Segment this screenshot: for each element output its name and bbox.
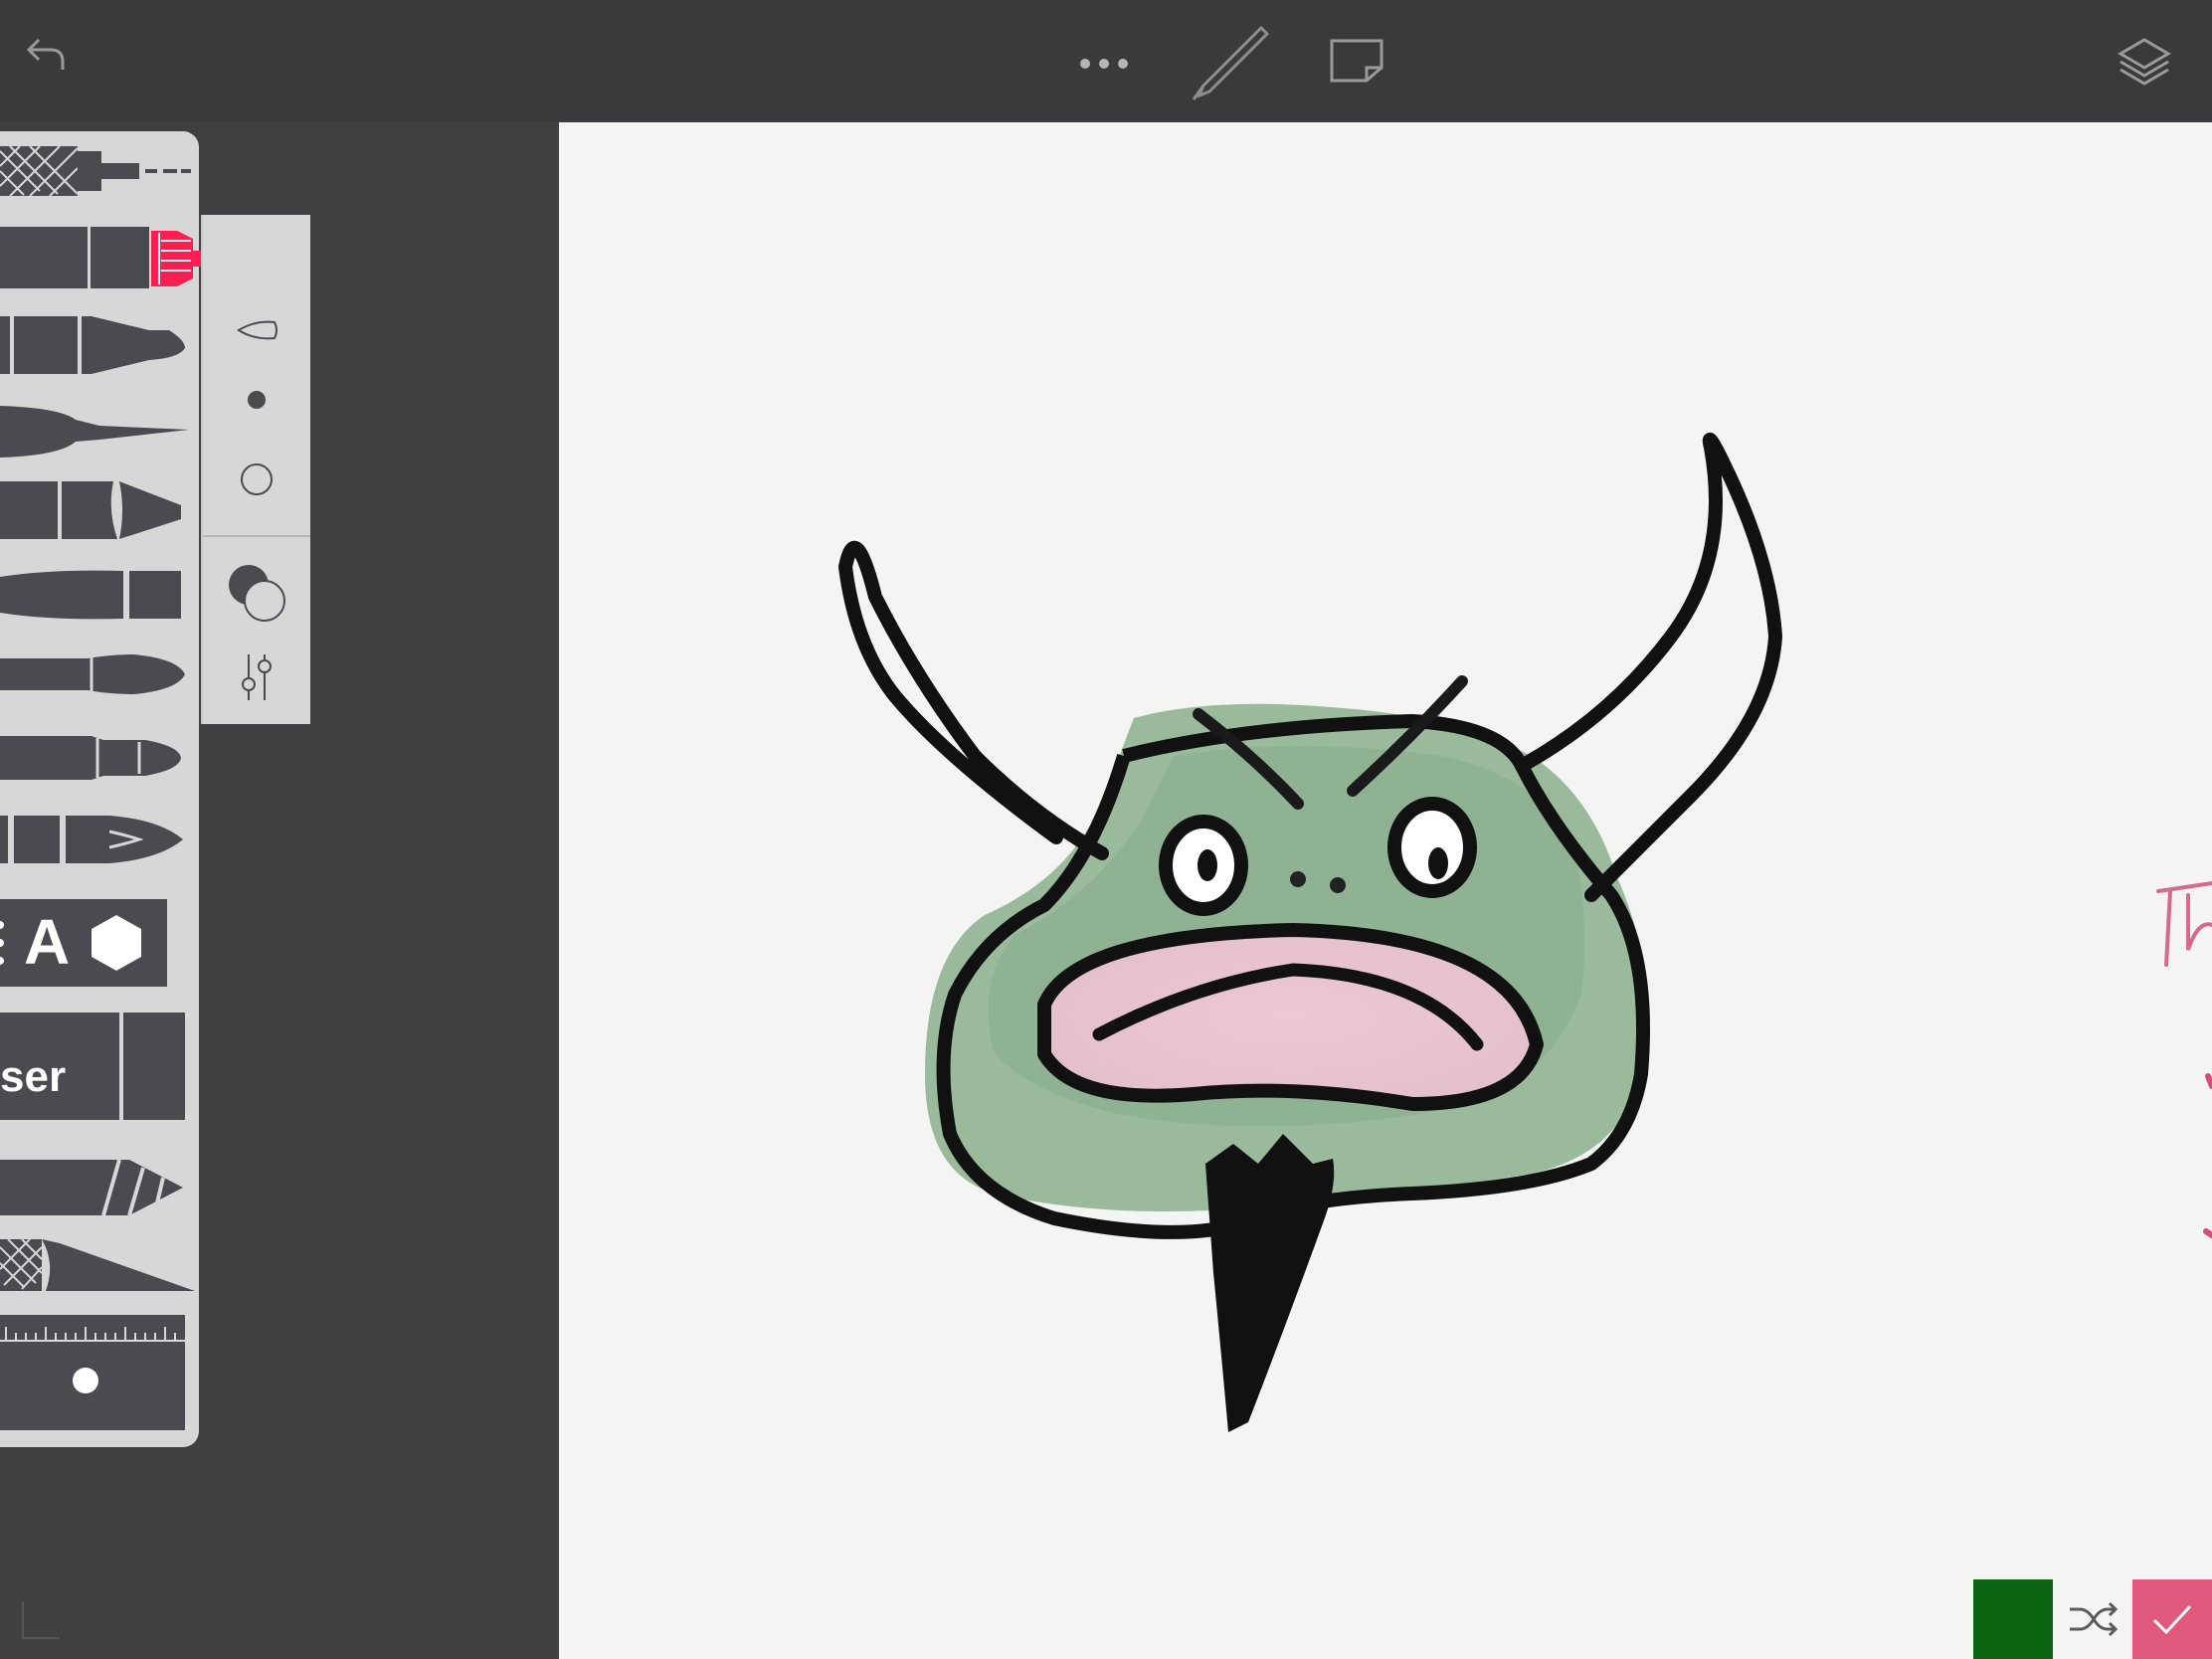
crayon-icon	[0, 481, 181, 539]
undo-button[interactable]	[18, 26, 74, 82]
tool-cutter-knife[interactable]	[0, 1154, 199, 1221]
tool-pencil[interactable]	[0, 141, 199, 201]
top-toolbar	[0, 0, 2212, 121]
undo-arrow-icon	[26, 38, 65, 70]
more-dots-icon	[1080, 59, 1128, 69]
tool-fountain-pen[interactable]	[0, 810, 199, 869]
layers-icon	[2118, 38, 2171, 86]
watercolor-brush-icon	[0, 654, 185, 694]
size-small-button[interactable]	[203, 370, 310, 430]
cutter-knife-icon	[0, 1159, 183, 1216]
text-tool-letter: A	[24, 906, 71, 978]
fountain-pen-icon	[0, 816, 183, 863]
shuffle-button[interactable]	[2055, 1579, 2130, 1659]
color-controls	[1973, 1579, 2212, 1659]
settings-sliders-icon	[242, 654, 272, 700]
corner-mark	[22, 1601, 60, 1639]
more-button[interactable]	[1072, 40, 1136, 88]
layers-button[interactable]	[2113, 32, 2176, 92]
hexagon-icon	[92, 915, 141, 971]
tool-marker[interactable]	[0, 310, 199, 380]
pencil-icon	[0, 145, 191, 197]
panel-divider	[203, 535, 310, 537]
list-icon	[0, 921, 14, 965]
knife-icon	[0, 1238, 195, 1291]
drawing-canvas[interactable]: Th	[559, 122, 2212, 1659]
paper-button[interactable]	[1327, 36, 1386, 86]
size-outline-button[interactable]	[203, 450, 310, 509]
creature-drawing	[838, 433, 2212, 1432]
tool-eraser[interactable]: ser	[0, 1013, 185, 1120]
ruler-icon	[0, 1327, 185, 1393]
blend-mode-icon	[229, 565, 285, 622]
pen-button[interactable]	[1190, 22, 1269, 101]
color-swatch[interactable]	[1973, 1579, 2053, 1659]
fat-brush-icon	[0, 570, 181, 620]
small-dot-icon	[248, 391, 266, 409]
tool-text[interactable]: A	[0, 899, 167, 987]
tool-knife[interactable]	[0, 1233, 199, 1299]
brush-shape-button[interactable]	[203, 300, 310, 360]
tool-brush[interactable]	[0, 400, 199, 465]
blend-mode-button[interactable]	[203, 553, 310, 633]
tool-crayon[interactable]	[0, 475, 199, 545]
settings-sliders-button[interactable]	[203, 643, 310, 712]
fine-brush-icon	[0, 736, 181, 780]
shuffle-icon	[2070, 1601, 2118, 1637]
marker-icon	[0, 316, 185, 374]
tool-watercolor-brush[interactable]	[0, 645, 199, 704]
tool-fat-brush[interactable]	[0, 565, 199, 625]
paper-icon	[1330, 39, 1383, 83]
brush-shape-icon	[237, 320, 277, 340]
outline-circle-icon	[241, 463, 273, 495]
tool-ruler[interactable]	[0, 1315, 185, 1430]
brush-icon	[0, 406, 189, 458]
checkmark-icon	[2152, 1604, 2192, 1635]
tools-palette: A ser	[0, 131, 199, 1447]
eraser-block	[119, 1013, 123, 1120]
tool-fine-brush[interactable]	[0, 728, 199, 788]
confirm-button[interactable]	[2132, 1579, 2212, 1659]
brush-options-panel	[201, 215, 310, 724]
eraser-label: ser	[0, 1052, 67, 1101]
pen-icon	[1192, 25, 1269, 100]
